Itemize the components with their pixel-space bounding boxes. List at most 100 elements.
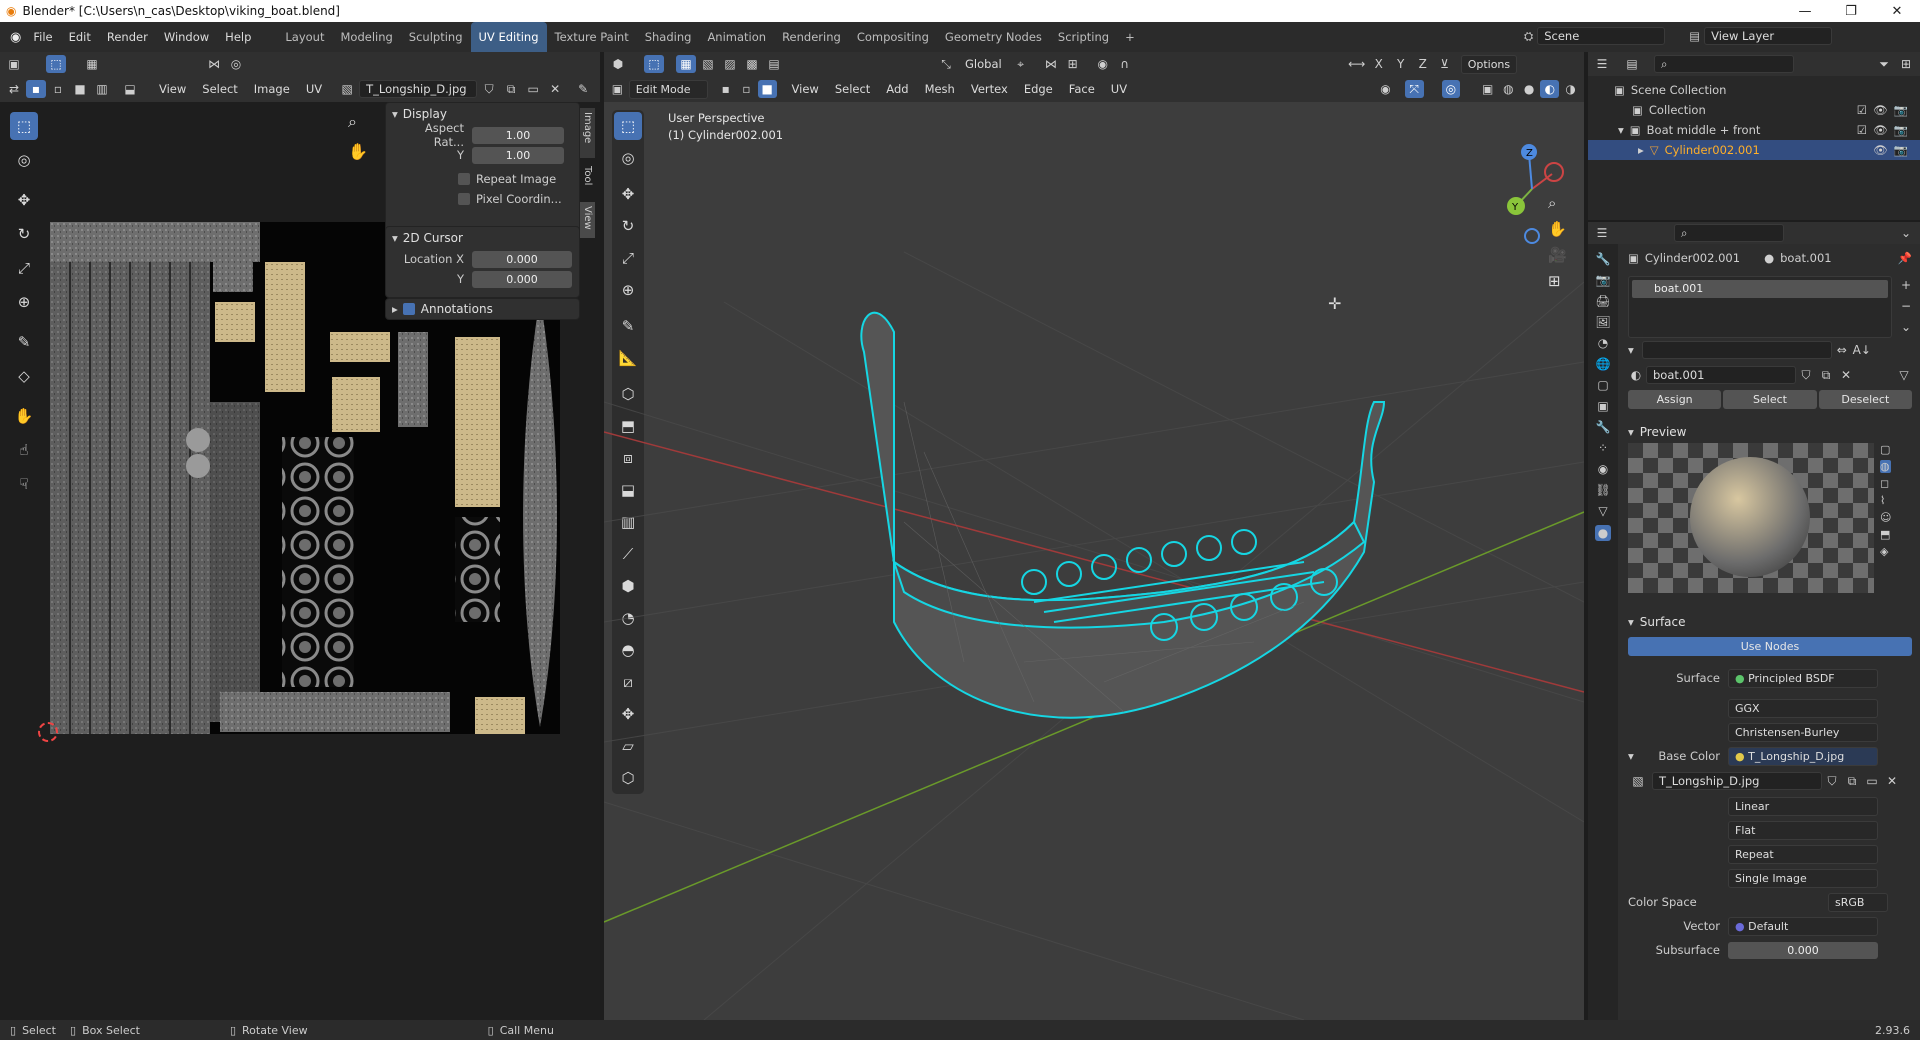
vector-dropdown[interactable]: ● Default <box>1728 916 1878 936</box>
vp-menu-uv[interactable]: UV <box>1104 82 1134 96</box>
sticky-mode-icon[interactable]: ⬓ <box>120 80 140 98</box>
texture-image-field[interactable]: T_Longship_D.jpg <box>1652 772 1822 790</box>
cursor-header[interactable]: ▾ 2D Cursor <box>386 227 579 249</box>
tool-tab-icon[interactable]: 🔧 <box>1596 252 1611 266</box>
constraints-tab-icon[interactable]: ⛓ <box>1595 483 1610 497</box>
vp-select-and-icon[interactable]: ▤ <box>764 55 784 73</box>
select-mode-icon[interactable]: ▦ <box>82 55 102 73</box>
camera-view-icon[interactable]: 🎥 <box>1548 246 1567 264</box>
mirror-z-toggle[interactable]: Z <box>1413 55 1433 73</box>
material-name-field[interactable]: boat.001 <box>1646 366 1796 384</box>
world-tab-icon[interactable]: 🌐 <box>1596 357 1611 371</box>
visibility-icon[interactable]: ◉ <box>1376 80 1395 98</box>
assign-button[interactable]: Assign <box>1628 390 1722 409</box>
tab-compositing[interactable]: Compositing <box>849 22 937 52</box>
properties-search[interactable]: ⌕ <box>1674 224 1784 242</box>
tab-tool[interactable]: Tool <box>580 162 595 198</box>
object-tab-icon[interactable]: ▣ <box>1597 399 1608 413</box>
menu-help[interactable]: Help <box>217 22 259 52</box>
source-dropdown[interactable]: Single Image <box>1728 868 1878 888</box>
physics-tab-icon[interactable]: ◉ <box>1598 462 1608 476</box>
xray-icon[interactable]: ▣ <box>1478 80 1497 98</box>
tab-sculpting[interactable]: Sculpting <box>401 22 471 52</box>
filter-icon[interactable]: ⏷ <box>1874 55 1894 73</box>
preview-cube-icon[interactable]: ◻ <box>1880 477 1891 490</box>
view-layer-icon[interactable]: ▤ <box>1689 29 1700 43</box>
slot-menu-icon[interactable]: ⌄ <box>1896 318 1916 336</box>
cursor-tool[interactable]: ◎ <box>10 146 38 174</box>
data-tab-icon[interactable]: ▽ <box>1598 504 1607 518</box>
vertex-mode-icon[interactable]: ▪ <box>26 80 46 98</box>
uv-sync-icon[interactable]: ⇄ <box>4 80 24 98</box>
select-box-tool[interactable]: ⬚ <box>10 112 38 140</box>
vp-menu-select[interactable]: Select <box>828 82 877 96</box>
material-slot-list[interactable]: boat.001 <box>1628 276 1892 338</box>
menu-render[interactable]: Render <box>99 22 156 52</box>
snap-icon[interactable]: ⋈ <box>204 55 224 73</box>
vertex-select-icon[interactable]: ▪ <box>716 80 735 98</box>
outliner-row-boat[interactable]: ▾ ▣ Boat middle + front ☑👁📷 <box>1588 120 1920 140</box>
pivot-icon[interactable]: ⌖ <box>1011 55 1031 73</box>
relax-tool[interactable]: ☝ <box>10 436 38 464</box>
view-layer-field[interactable]: View Layer <box>1704 27 1833 45</box>
menu-edit[interactable]: Edit <box>61 22 99 52</box>
annotate-tool[interactable]: ✎ <box>10 328 38 356</box>
vp-menu-mesh[interactable]: Mesh <box>918 82 962 96</box>
tab-geometry-nodes[interactable]: Geometry Nodes <box>937 22 1050 52</box>
color-space-dropdown[interactable]: sRGB <box>1828 892 1888 912</box>
outliner-row-collection[interactable]: ▣ Collection ☑👁📷 <box>1588 100 1920 120</box>
edge-mode-icon[interactable]: ▫ <box>48 80 68 98</box>
vp-select-tool-icon[interactable]: ⬚ <box>644 55 664 73</box>
vp-menu-vertex[interactable]: Vertex <box>964 82 1015 96</box>
transform-tool[interactable]: ⊕ <box>10 288 38 316</box>
mirror-y-toggle[interactable]: Y <box>1391 55 1411 73</box>
row-toggles[interactable]: ☑👁📷 <box>1857 123 1914 137</box>
uv-menu-view[interactable]: View <box>152 82 193 96</box>
vp-zoom-icon[interactable]: ⌕ <box>1548 194 1567 212</box>
pin-icon[interactable]: 📌 <box>1898 251 1912 265</box>
extension-dropdown[interactable]: Repeat <box>1728 844 1878 864</box>
tex-unlink-icon[interactable]: ✕ <box>1882 772 1902 790</box>
menu-window[interactable]: Window <box>156 22 217 52</box>
row-toggles[interactable]: ☑👁📷 <box>1857 103 1914 117</box>
location-x-field[interactable]: 0.000 <box>472 250 572 268</box>
rotate-tool[interactable]: ↻ <box>10 220 38 248</box>
sort-icon[interactable]: ⇔ <box>1832 341 1852 359</box>
view-layer-tab-icon[interactable]: 🖼 <box>1595 315 1610 329</box>
face-select-icon[interactable]: ■ <box>757 80 777 98</box>
rip-tool[interactable]: ◇ <box>10 362 38 390</box>
uv-2d-cursor[interactable] <box>38 722 58 742</box>
new-collection-icon[interactable]: ⊞ <box>1896 55 1916 73</box>
base-color-dropdown[interactable]: ● T_Longship_D.jpg <box>1728 746 1878 766</box>
vp-menu-edge[interactable]: Edge <box>1017 82 1060 96</box>
face-mode-icon[interactable]: ■ <box>70 80 90 98</box>
uv-menu-uv[interactable]: UV <box>299 82 329 96</box>
repeat-image-checkbox[interactable] <box>458 173 470 185</box>
open-image-icon[interactable]: ▭ <box>523 80 543 98</box>
scale-tool[interactable]: ⤢ <box>10 254 38 282</box>
options-dropdown[interactable]: Options <box>1460 54 1518 74</box>
add-workspace-icon[interactable]: + <box>1117 22 1143 52</box>
image-browse-icon[interactable]: ▧ <box>1628 772 1648 790</box>
modifier-tab-icon[interactable]: 🔧 <box>1596 420 1611 434</box>
mode-dropdown[interactable]: Edit Mode <box>628 79 709 99</box>
scene-tab-icon[interactable]: ◔ <box>1598 336 1608 350</box>
shading-material-icon[interactable]: ◐ <box>1540 80 1560 98</box>
select-tool-icon[interactable]: ⬚ <box>46 55 66 73</box>
vp-menu-add[interactable]: Add <box>879 82 915 96</box>
mirror-x-toggle[interactable]: X <box>1369 55 1389 73</box>
snap-toggle-icon[interactable]: ⋈ <box>1041 55 1061 73</box>
image-name-field[interactable]: T_Longship_D.jpg <box>359 80 478 98</box>
vp-select-sub-icon[interactable]: ▨ <box>720 55 740 73</box>
edge-select-icon[interactable]: ▫ <box>737 80 756 98</box>
tab-image[interactable]: Image <box>580 108 595 158</box>
tab-shading[interactable]: Shading <box>637 22 700 52</box>
tex-new-icon[interactable]: ⧉ <box>1842 772 1862 790</box>
tab-layout[interactable]: Layout <box>277 22 332 52</box>
material-tab-icon[interactable]: ● <box>1594 525 1612 541</box>
unlink-image-icon[interactable]: ✕ <box>545 80 565 98</box>
fake-user-icon[interactable]: ⛉ <box>479 80 499 98</box>
preview-flat-icon[interactable]: ▢ <box>1880 443 1891 456</box>
collection-tab-icon[interactable]: ▢ <box>1597 378 1608 392</box>
deselect-button[interactable]: Deselect <box>1818 390 1912 409</box>
